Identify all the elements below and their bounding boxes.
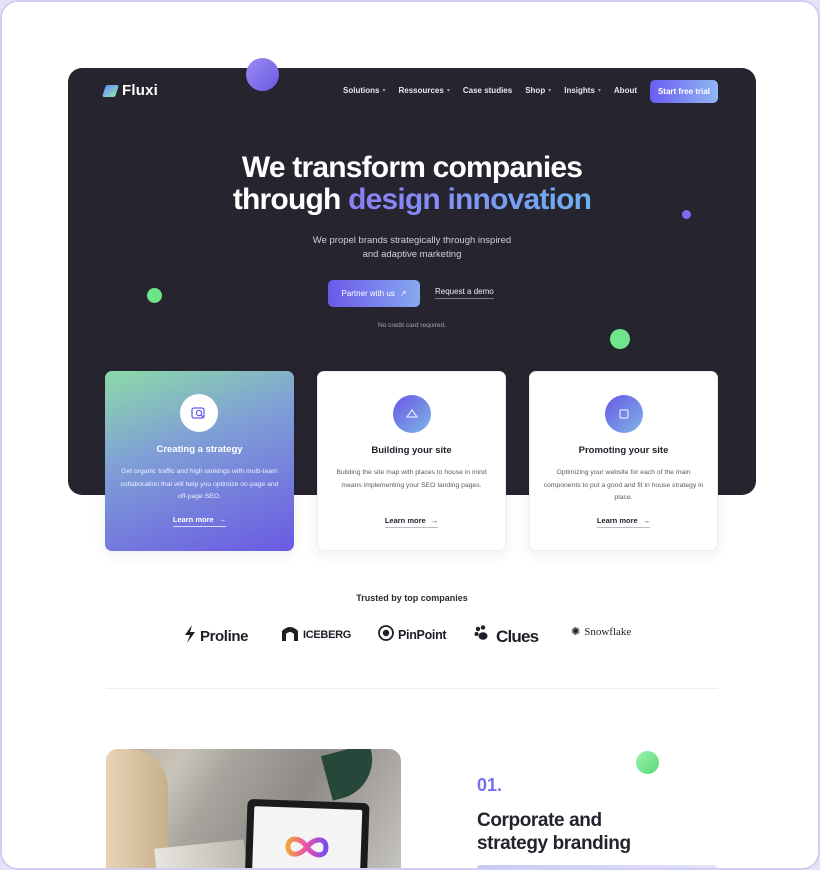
card-description: Get organic traffic and high rankings wi… [120,468,279,500]
feature-title: Corporate and strategy branding [477,810,631,854]
paw-icon [474,625,492,648]
trusted-heading: Trusted by top companies [356,593,468,603]
logo-mark-icon [102,84,119,97]
start-free-trial-button[interactable]: Start free trial [649,80,718,103]
card-description: Building the site map with places to hou… [336,469,487,489]
feature-number: 01. [477,775,503,795]
hero-title-line1: We transform companies [241,151,583,184]
promote-icon [605,395,643,433]
card-description: Optimizing your website for each of the … [543,469,704,501]
brand-logos: Proline ICEBERG PinPoint Clues ✺ Snowfla… [184,625,644,649]
no-credit-card-note: No credit card required. [378,322,446,329]
snowflake-icon: ✺ [571,626,581,638]
arrow-right-icon: → [642,516,651,525]
target-icon [378,625,394,644]
decor-circle-green-lower [636,751,659,774]
service-card-building[interactable]: Building your site Building the site map… [317,371,506,551]
nav-link-about[interactable]: About [614,86,637,95]
service-card-strategy[interactable]: Creating a strategy Get organic traffic … [105,371,294,551]
brand-proline: Proline [184,625,248,647]
chevron-down-icon: ▾ [446,88,450,94]
learn-more-link[interactable]: Learn more → [105,515,294,527]
feature-description-cutoff [477,865,717,868]
partner-with-us-button[interactable]: Partner with us ↗ [328,280,420,307]
site-map-icon [393,395,431,433]
hero-title-accent: design innovation [348,183,592,216]
service-card-promoting[interactable]: Promoting your site Optimizing your webs… [529,371,718,551]
chevron-down-icon: ▾ [382,88,386,94]
hero-subtitle-line2: and adaptive marketing [362,249,462,260]
chevron-down-icon: ▾ [548,88,552,94]
nav-link-shop[interactable]: Shop ▾ [525,86,551,95]
nav-link-ressources[interactable]: Ressources ▾ [398,86,449,95]
nav-links: Solutions ▾ Ressources ▾ Case studies Shop… [343,86,637,95]
brand-iceberg: ICEBERG [281,625,351,644]
hero-title-line2: through design innovation [232,183,592,216]
chevron-down-icon: ▾ [597,88,601,94]
logo-text: Fluxi [122,82,159,99]
decor-circle-green [610,329,630,349]
iceberg-icon [281,625,299,644]
request-demo-link[interactable]: Request a demo [435,287,494,299]
arrow-right-icon: → [218,515,227,524]
lightning-icon [184,625,196,647]
page-frame: Fluxi Solutions ▾ Ressources ▾ Case studie… [0,0,820,870]
brand-snowflake: ✺ Snowflake [571,625,632,639]
search-image-icon [180,394,218,432]
arrow-up-right-icon: ↗ [399,289,407,298]
nav-link-solutions[interactable]: Solutions ▾ [343,86,385,95]
laptop [244,798,370,868]
hero-subtitle-line1: We propel brands strategically through i… [312,235,512,246]
nav-link-insights[interactable]: Insights ▾ [564,86,601,95]
logo[interactable]: Fluxi [102,82,159,99]
learn-more-link[interactable]: Learn more → [318,516,505,528]
feature-photo [106,749,401,868]
infinity-logo-icon [281,833,332,866]
section-divider [106,688,718,689]
card-title: Creating a strategy [156,444,243,455]
arrow-right-icon: → [430,516,439,525]
brand-clues: Clues [474,625,539,648]
card-title: Building your site [371,445,452,456]
top-nav: Fluxi Solutions ▾ Ressources ▾ Case studie… [102,80,718,104]
learn-more-link[interactable]: Learn more → [530,516,717,528]
card-title: Promoting your site [578,445,669,456]
decor-dot-green [147,288,162,303]
nav-link-case-studies[interactable]: Case studies [463,86,512,95]
brand-pinpoint: PinPoint [378,625,447,644]
